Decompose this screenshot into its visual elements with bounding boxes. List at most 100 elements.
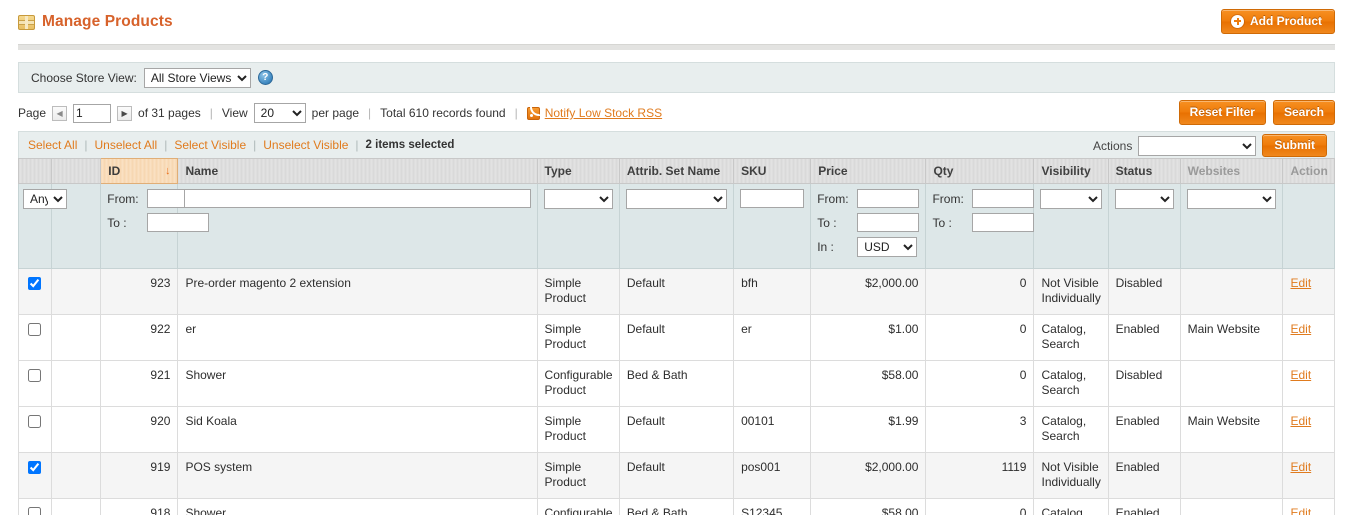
row-select-checkbox[interactable] bbox=[28, 369, 42, 383]
row-attribute-set-cell: Default bbox=[618, 406, 735, 453]
column-header-id[interactable]: ID ↓ bbox=[100, 158, 179, 184]
actions-label: Actions bbox=[1092, 138, 1133, 153]
filter-qty-to-row: To : bbox=[932, 213, 1035, 232]
row-edit-link[interactable]: Edit bbox=[1290, 414, 1311, 428]
prev-page-button[interactable]: ◀ bbox=[52, 105, 68, 121]
filter-qty-from-label: From: bbox=[932, 191, 964, 206]
filter-qty-to-input[interactable] bbox=[972, 213, 1035, 232]
row-name-cell: POS system bbox=[177, 452, 538, 499]
row-visibility-cell: Catalog, Search bbox=[1033, 314, 1109, 361]
add-product-button[interactable]: Add Product bbox=[1221, 9, 1335, 34]
row-status-cell: Enabled bbox=[1107, 498, 1181, 515]
row-id-cell: 918 bbox=[100, 498, 179, 515]
row-price-cell: $58.00 bbox=[810, 498, 927, 515]
row-select-checkbox[interactable] bbox=[28, 461, 42, 475]
filter-checkbox-select[interactable]: Any bbox=[23, 189, 67, 209]
row-type-cell: Simple Product bbox=[536, 314, 620, 361]
row-websites-cell bbox=[1179, 452, 1284, 499]
row-visibility-cell: Catalog, Search bbox=[1033, 360, 1109, 407]
store-view-select[interactable]: All Store Views bbox=[143, 67, 251, 88]
column-header-price[interactable]: Price bbox=[810, 158, 927, 184]
row-spacer-cell bbox=[50, 360, 102, 407]
table-row[interactable]: 918ShowerConfigurable ProductBed & BathS… bbox=[18, 498, 1335, 515]
grid-filter-row: Any From: To : From: To: In: USD From:… bbox=[18, 183, 1335, 269]
row-sku-cell: er bbox=[733, 314, 812, 361]
filter-currency-select[interactable]: USD bbox=[857, 237, 918, 257]
row-spacer-cell bbox=[50, 498, 102, 515]
row-attribute-set-cell: Default bbox=[618, 268, 735, 315]
row-edit-link[interactable]: Edit bbox=[1290, 322, 1311, 336]
filter-price-from-input[interactable] bbox=[857, 189, 920, 208]
help-circle-icon[interactable]: ? bbox=[257, 70, 273, 85]
table-row[interactable]: 922 er Simple Product Default er $1.00 0 Catalo… bbox=[18, 314, 1335, 361]
filter-id-to-input[interactable] bbox=[147, 213, 210, 232]
filter-sku-input[interactable] bbox=[740, 189, 805, 208]
row-edit-link[interactable]: Edit bbox=[1290, 276, 1311, 290]
table-row[interactable]: 919 POS system Simple Product Default pos001… bbox=[18, 452, 1335, 499]
row-select-checkbox[interactable] bbox=[28, 277, 42, 291]
pager-bar: Page ◀ ▶ of 31 pages | View 20 per page … bbox=[18, 93, 1335, 131]
row-price-cell: $1.99 bbox=[810, 406, 927, 453]
filter-status-select[interactable] bbox=[1114, 189, 1174, 209]
filter-attribute-set-select[interactable] bbox=[625, 189, 728, 209]
row-status-cell: Disabled bbox=[1107, 268, 1181, 315]
filter-price-from-row: From: bbox=[817, 189, 920, 208]
row-visibility-cell: Not Visible Individually bbox=[1033, 268, 1109, 315]
actions-select[interactable] bbox=[1138, 135, 1257, 156]
add-product-label: Add Product bbox=[1250, 14, 1322, 28]
filter-type-select[interactable] bbox=[543, 189, 613, 209]
select-visible-link[interactable]: Select Visible bbox=[174, 138, 246, 152]
page-number-input[interactable] bbox=[73, 103, 112, 123]
row-edit-link[interactable]: Edit bbox=[1290, 506, 1311, 515]
pager-divider-3: | bbox=[514, 106, 518, 120]
column-header-type[interactable]: Type bbox=[536, 158, 620, 184]
row-edit-link[interactable]: Edit bbox=[1290, 460, 1311, 474]
column-header-attribute-set[interactable]: Attrib. Set Name bbox=[618, 158, 735, 184]
massaction-divider-1: | bbox=[84, 138, 88, 152]
column-header-status[interactable]: Status bbox=[1107, 158, 1181, 184]
submit-button[interactable]: Submit bbox=[1262, 134, 1327, 157]
total-pages-label: of 31 pages bbox=[138, 106, 201, 120]
notify-low-stock-rss-link[interactable]: Notify Low Stock RSS bbox=[526, 105, 662, 120]
next-page-button[interactable]: ▶ bbox=[117, 105, 133, 121]
row-edit-link[interactable]: Edit bbox=[1290, 368, 1311, 382]
filter-name-input[interactable] bbox=[184, 189, 531, 208]
column-header-action: Action bbox=[1282, 158, 1335, 184]
page-label: Page bbox=[18, 106, 47, 120]
filter-id-from-row: From: bbox=[107, 189, 210, 208]
unselect-visible-link[interactable]: Unselect Visible bbox=[263, 138, 348, 152]
column-header-qty[interactable]: Qty bbox=[925, 158, 1035, 184]
filter-id-from-label: From: bbox=[107, 191, 139, 206]
filter-qty-from-row: From: bbox=[932, 189, 1035, 208]
row-attribute-set-cell: Bed & Bath bbox=[618, 360, 735, 407]
row-status-cell: Enabled bbox=[1107, 406, 1181, 453]
row-sku-cell: S12345 bbox=[733, 498, 812, 515]
row-id-cell: 922 bbox=[100, 314, 179, 361]
filter-buttons-group: Reset Filter Search bbox=[1178, 100, 1335, 125]
table-row[interactable]: 920 Sid Koala Simple Product Default 00101 $1… bbox=[18, 406, 1335, 453]
search-button[interactable]: Search bbox=[1272, 100, 1335, 125]
row-select-checkbox[interactable] bbox=[28, 323, 42, 337]
filter-visibility-select[interactable] bbox=[1040, 189, 1102, 209]
row-select-checkbox[interactable] bbox=[28, 415, 42, 429]
row-select-checkbox[interactable] bbox=[28, 507, 42, 515]
per-page-select[interactable]: 20 bbox=[253, 103, 306, 123]
unselect-all-link[interactable]: Unselect All bbox=[94, 138, 157, 152]
column-header-visibility[interactable]: Visibility bbox=[1033, 158, 1109, 184]
select-all-link[interactable]: Select All bbox=[28, 138, 77, 152]
filter-qty-from-input[interactable] bbox=[972, 189, 1035, 208]
row-sku-cell: bfh bbox=[733, 268, 812, 315]
row-price-cell: $2,000.00 bbox=[810, 268, 927, 315]
table-row[interactable]: 923 Pre-order magento 2 extension Simple P… bbox=[18, 268, 1335, 315]
filter-price-to-input[interactable] bbox=[857, 213, 920, 232]
filter-websites-select[interactable] bbox=[1186, 189, 1277, 209]
row-qty-cell: 1119 bbox=[925, 452, 1035, 499]
page-title: Manage Products bbox=[42, 13, 173, 30]
reset-filter-button[interactable]: Reset Filter bbox=[1178, 100, 1266, 125]
row-name-cell: Shower bbox=[177, 360, 538, 407]
column-header-sku[interactable]: SKU bbox=[733, 158, 812, 184]
row-type-cell: Configurable Product bbox=[536, 360, 620, 407]
column-header-checkbox bbox=[18, 158, 52, 184]
table-row[interactable]: 921 Shower Configurable Product Bed & Bath $… bbox=[18, 360, 1335, 407]
column-header-name[interactable]: Name bbox=[177, 158, 538, 184]
